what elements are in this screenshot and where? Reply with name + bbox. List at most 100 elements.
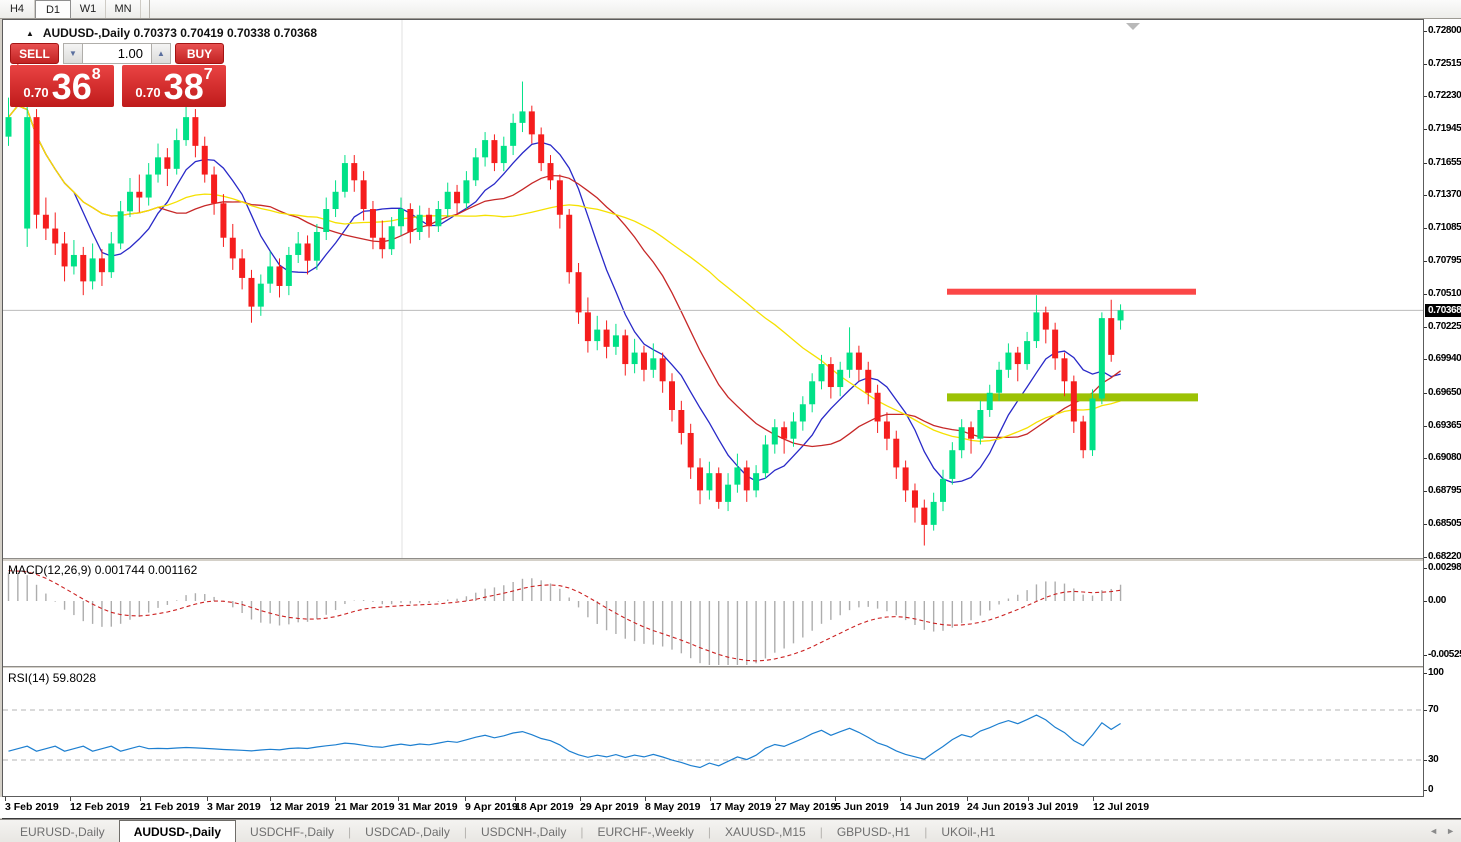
date-axis-label: 12 Feb 2019: [70, 801, 130, 813]
price-axis-label: 0.69650: [1428, 387, 1461, 398]
price-tick: [1424, 31, 1427, 32]
price-axis-label: 0.71370: [1428, 189, 1461, 200]
price-tick: [1424, 491, 1427, 492]
buy-button[interactable]: BUY: [175, 43, 224, 64]
macd-scale-tick: [1424, 601, 1427, 602]
one-click-trading-widget: SELL ▼ ▲ BUY 0.70 36 8 0.70 38 7: [10, 43, 226, 107]
mt4-workspace: H4D1W1MN ▲ AUDUSD-,Daily 0.70373 0.70419…: [0, 0, 1461, 842]
price-axis-label: 0.71655: [1428, 157, 1461, 168]
timeframe-button-d1[interactable]: D1: [35, 0, 71, 18]
price-axis-label: 0.70510: [1428, 288, 1461, 299]
rsi-value: 59.8028: [53, 671, 96, 685]
macd-scale-tick: [1424, 568, 1427, 569]
sell-price-panel[interactable]: 0.70 36 8: [10, 65, 114, 107]
rsi-scale-label: 30: [1428, 754, 1438, 765]
spin-up-icon: ▲: [157, 49, 165, 58]
macd-scale-label: 0.002984: [1428, 562, 1461, 573]
date-axis-label: 12 Mar 2019: [270, 801, 330, 813]
date-axis-label: 14 Jun 2019: [900, 801, 960, 813]
sell-price-prefix: 0.70: [23, 85, 48, 100]
timeframe-button-mn[interactable]: MN: [106, 0, 141, 18]
chart-tab-ukoil[interactable]: UKOil-,H1: [927, 822, 1009, 842]
chart-title: ▲ AUDUSD-,Daily 0.70373 0.70419 0.70338 …: [26, 26, 317, 40]
spin-down-icon: ▼: [69, 49, 77, 58]
chart-tab-usdcnh[interactable]: USDCNH-,Daily: [467, 822, 580, 842]
rsi-scale-tick: [1424, 790, 1427, 791]
price-tick: [1424, 524, 1427, 525]
price-axis-label: 0.69365: [1428, 420, 1461, 431]
chart-ohlc-values: 0.70373 0.70419 0.70338 0.70368: [134, 26, 318, 40]
price-axis-label: 0.72230: [1428, 90, 1461, 101]
tab-scroll-controls: ◄ ►: [1429, 826, 1455, 836]
date-axis-label: 17 May 2019: [710, 801, 771, 813]
date-axis-label: 27 May 2019: [775, 801, 836, 813]
price-tick: [1424, 163, 1427, 164]
chart-tab-bar: EURUSD-,DailyAUDUSD-,DailyUSDCHF-,Daily|…: [0, 819, 1461, 842]
date-axis-label: 21 Mar 2019: [335, 801, 395, 813]
date-axis-label: 9 Apr 2019: [465, 801, 518, 813]
macd-scale-label: 0.00: [1428, 595, 1446, 606]
date-axis-label: 12 Jul 2019: [1093, 801, 1149, 813]
rsi-scale-label: 100: [1428, 667, 1444, 678]
macd-indicator-chart[interactable]: [3, 561, 1423, 666]
buy-price-pip-digit: 7: [204, 66, 213, 84]
chart-collapse-icon[interactable]: ▲: [26, 29, 34, 38]
current-price-tag: 0.70368: [1425, 304, 1461, 317]
date-axis-label: 5 Jun 2019: [835, 801, 889, 813]
sell-button[interactable]: SELL: [10, 43, 59, 64]
chart-tab-audusd[interactable]: AUDUSD-,Daily: [119, 820, 236, 842]
buy-price-big-digits: 38: [164, 70, 204, 104]
date-axis-label: 29 Apr 2019: [580, 801, 639, 813]
chart-tab-usdcad[interactable]: USDCAD-,Daily: [351, 822, 464, 842]
timeframe-button-h4[interactable]: H4: [0, 0, 35, 18]
toolbar-separator: [149, 0, 150, 18]
price-tick: [1424, 327, 1427, 328]
rsi-scale-label: 70: [1428, 704, 1438, 715]
timeframe-button-w1[interactable]: W1: [71, 0, 106, 18]
volume-decrease-button[interactable]: ▼: [63, 43, 83, 64]
date-axis[interactable]: 3 Feb 2019 12 Feb 2019 21 Feb 2019 3 Mar 20…: [0, 797, 1424, 818]
date-axis-label: 31 Mar 2019: [398, 801, 458, 813]
rsi-scale-tick: [1424, 673, 1427, 674]
price-tick: [1424, 294, 1427, 295]
chart-tab-xauusd[interactable]: XAUUSD-,M15: [711, 822, 820, 842]
rsi-scale-tick: [1424, 710, 1427, 711]
timeframe-toolbar: H4D1W1MN: [0, 0, 1461, 19]
date-axis-label: 3 Mar 2019: [207, 801, 261, 813]
macd-label: MACD(12,26,9) 0.001744 0.001162: [8, 563, 197, 577]
price-tick: [1424, 426, 1427, 427]
rsi-indicator-chart[interactable]: [3, 668, 1423, 796]
price-tick: [1424, 359, 1427, 360]
price-axis-label: 0.68220: [1428, 551, 1461, 562]
chart-tab-eurusd[interactable]: EURUSD-,Daily: [6, 822, 119, 842]
macd-scale-label: -0.005256: [1428, 649, 1461, 660]
chart-tab-gbpusd[interactable]: GBPUSD-,H1: [823, 822, 924, 842]
date-axis-label: 3 Jul 2019: [1028, 801, 1078, 813]
date-axis-label: 21 Feb 2019: [140, 801, 200, 813]
price-tick: [1424, 261, 1427, 262]
price-tick: [1424, 557, 1427, 558]
price-tick: [1424, 96, 1427, 97]
rsi-scale-label: 0: [1428, 784, 1433, 795]
date-axis-label: 8 May 2019: [645, 801, 700, 813]
rsi-label: RSI(14) 59.8028: [8, 671, 96, 685]
buy-price-panel[interactable]: 0.70 38 7: [122, 65, 226, 107]
price-axis[interactable]: 0.728000.725150.722300.719450.716550.713…: [1424, 19, 1461, 818]
price-axis-label: 0.68505: [1428, 518, 1461, 529]
price-axis-label: 0.70225: [1428, 321, 1461, 332]
chart-tab-eurchf[interactable]: EURCHF-,Weekly: [583, 822, 707, 842]
price-axis-label: 0.72515: [1428, 58, 1461, 69]
volume-increase-button[interactable]: ▲: [151, 43, 171, 64]
tab-scroll-left-icon[interactable]: ◄: [1429, 826, 1438, 836]
price-axis-label: 0.69940: [1428, 353, 1461, 364]
sell-price-pip-digit: 8: [92, 66, 101, 84]
price-axis-label: 0.71085: [1428, 222, 1461, 233]
macd-values: 0.001744 0.001162: [95, 563, 198, 577]
tab-scroll-right-icon[interactable]: ►: [1446, 826, 1455, 836]
price-axis-label: 0.72800: [1428, 25, 1461, 36]
date-axis-label: 3 Feb 2019: [5, 801, 59, 813]
price-tick: [1424, 129, 1427, 130]
volume-input[interactable]: [83, 43, 151, 64]
chart-tab-usdchf[interactable]: USDCHF-,Daily: [236, 822, 348, 842]
price-tick: [1424, 228, 1427, 229]
